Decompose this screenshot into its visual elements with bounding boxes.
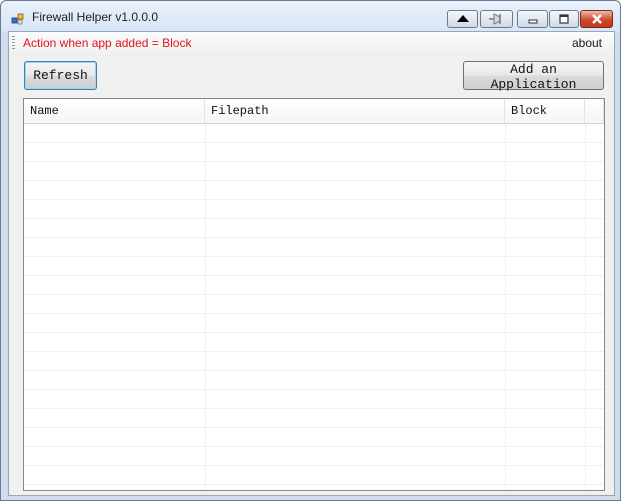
main-window: Firewall Helper v1.0.0.0 Action when app…: [0, 0, 621, 501]
app-icon: [11, 11, 25, 25]
add-application-button[interactable]: Add an Application: [463, 61, 604, 92]
column-header-filepath[interactable]: Filepath: [205, 99, 505, 123]
empty-grid-row: [24, 352, 604, 371]
refresh-button[interactable]: Refresh: [24, 61, 97, 90]
minimize-button[interactable]: [517, 10, 548, 28]
title-bar[interactable]: Firewall Helper v1.0.0.0: [1, 1, 622, 32]
maximize-button[interactable]: [549, 10, 579, 28]
client-area: Action when app added = Block about Refr…: [8, 31, 615, 496]
empty-grid-row: [24, 390, 604, 409]
column-header-filler: [585, 99, 604, 123]
grid-header: Name Filepath Block: [24, 99, 604, 124]
empty-grid-row: [24, 466, 604, 485]
pin-icon: [488, 13, 501, 25]
window-title: Firewall Helper v1.0.0.0: [32, 10, 159, 24]
empty-grid-row: [24, 143, 604, 162]
empty-grid-row: [24, 333, 604, 352]
empty-grid-row: [24, 371, 604, 390]
close-icon: [591, 14, 602, 24]
empty-grid-row: [24, 447, 604, 466]
empty-grid-row: [24, 276, 604, 295]
column-header-name[interactable]: Name: [24, 99, 205, 123]
column-header-block[interactable]: Block: [505, 99, 585, 123]
action-menu-item[interactable]: Action when app added = Block: [23, 36, 191, 50]
menu-grip-icon[interactable]: [12, 36, 15, 50]
empty-grid-row: [24, 314, 604, 333]
up-arrow-button[interactable]: [447, 10, 478, 28]
pin-button[interactable]: [480, 10, 513, 28]
about-menu-item[interactable]: about: [572, 36, 602, 50]
close-button[interactable]: [580, 10, 613, 28]
empty-grid-row: [24, 219, 604, 238]
empty-grid-row: [24, 428, 604, 447]
empty-grid-row: [24, 295, 604, 314]
empty-grid-row: [24, 257, 604, 276]
empty-grid-row: [24, 181, 604, 200]
empty-grid-row: [24, 124, 604, 143]
empty-grid-row: [24, 409, 604, 428]
empty-grid-row: [24, 162, 604, 181]
menu-bar: Action when app added = Block about: [9, 32, 614, 54]
minimize-icon: [528, 19, 537, 24]
up-arrow-icon: [456, 15, 469, 22]
empty-grid-row: [24, 238, 604, 257]
grid-rows: [24, 124, 604, 490]
maximize-icon: [559, 14, 569, 24]
applications-grid[interactable]: Name Filepath Block: [23, 98, 605, 491]
empty-grid-row: [24, 200, 604, 219]
